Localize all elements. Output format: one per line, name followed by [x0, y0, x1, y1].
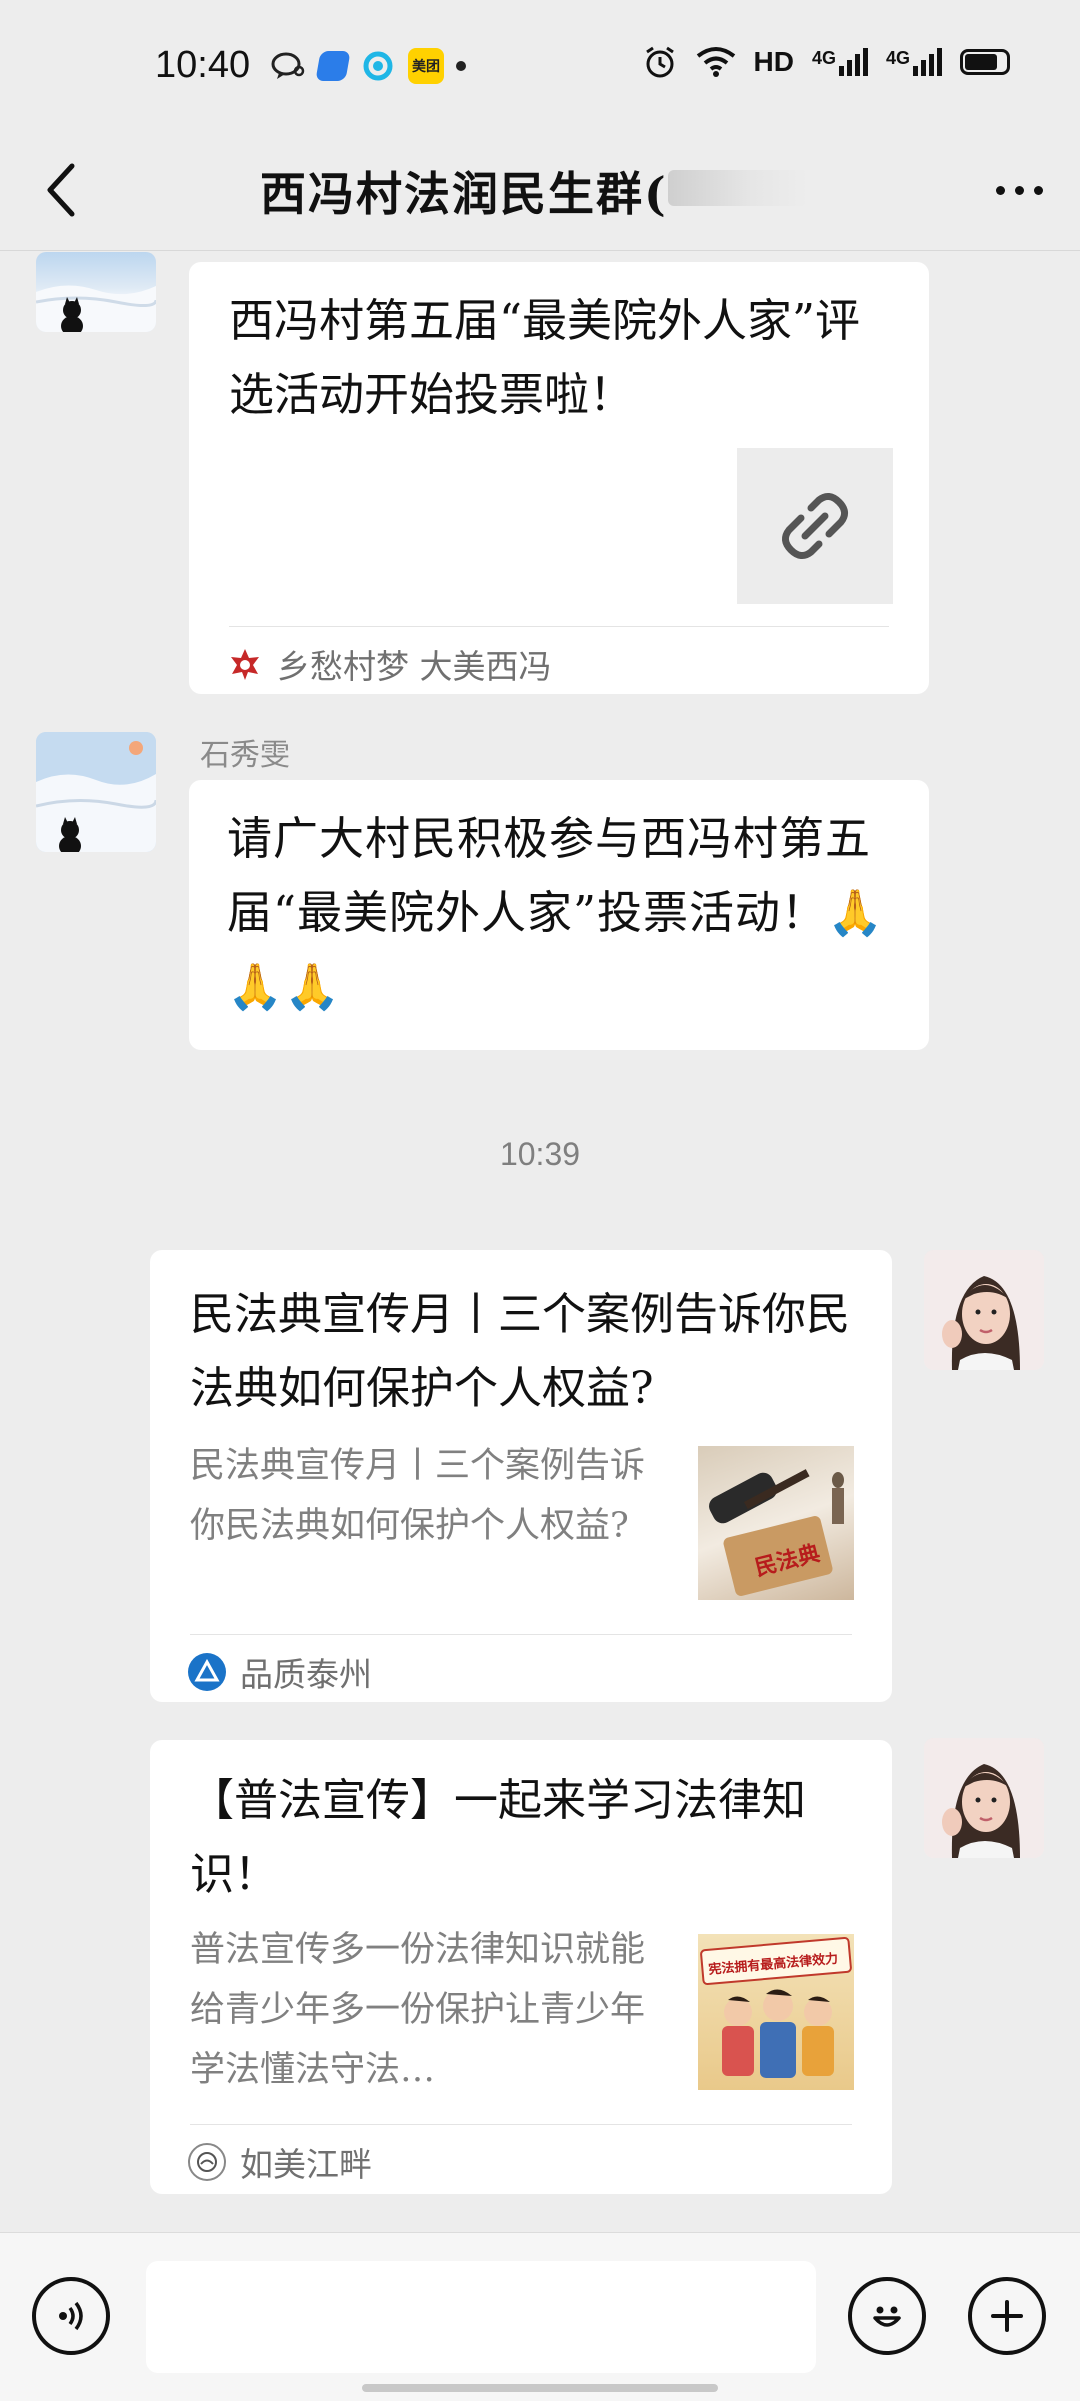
- status-bar: 10:40 美团 HD 4G 4G: [0, 0, 1080, 130]
- home-indicator[interactable]: [362, 2384, 718, 2392]
- chat-header: 西冯村法润民生群(: [0, 130, 1080, 251]
- alarm-icon: [645, 46, 674, 78]
- source-logo-icon: [188, 2143, 226, 2181]
- sender-avatar[interactable]: [36, 732, 156, 852]
- emoji-button[interactable]: [848, 2277, 926, 2355]
- more-dot-icon: [1033, 185, 1043, 195]
- signal-1-icon: 4G: [812, 48, 868, 76]
- chat-title: 西冯村法润民生群(: [260, 167, 668, 221]
- notification-icons: 美团: [270, 48, 466, 84]
- more-functions-button[interactable]: [968, 2277, 1046, 2355]
- input-bar: [0, 2232, 1080, 2401]
- my-avatar[interactable]: [924, 1250, 1044, 1370]
- article-card-description: 普法宣传多一份法律知识就能给青少年多一份保护让青少年学法懂法守法…: [190, 1930, 646, 2090]
- message-text: 请广大村民积极参与西冯村第五届“最美院外人家”投票活动！🙏🙏🙏: [227, 812, 885, 1013]
- my-avatar[interactable]: [924, 1738, 1044, 1858]
- link-card-title: 西冯村第五届“最美院外人家”评选活动开始投票啦！: [229, 294, 861, 421]
- signal-2-icon: 4G: [886, 48, 942, 76]
- card-source: 如美江畔: [188, 2138, 372, 2186]
- landscape-avatar-image: [36, 285, 156, 332]
- constitution-poster-image: 宪法拥有最高法律效力: [700, 1936, 852, 2078]
- status-time: 10:40: [155, 44, 251, 86]
- text-message-bubble[interactable]: 请广大村民积极参与西冯村第五届“最美院外人家”投票活动！🙏🙏🙏: [189, 780, 929, 1050]
- more-notifications-dot: [456, 61, 466, 71]
- app-cyan-icon: [360, 48, 396, 84]
- article-card-bubble[interactable]: 民法典宣传月丨三个案例告诉你民法典如何保护个人权益? 民法典宣传月丨三个案例告诉…: [150, 1250, 892, 1702]
- link-thumbnail: [737, 448, 893, 604]
- link-icon: [782, 493, 848, 559]
- card-divider: [190, 2124, 852, 2125]
- card-divider: [229, 626, 889, 627]
- source-name: 品质泰州: [240, 1655, 372, 1694]
- back-arrow-icon: [47, 163, 75, 217]
- hd-label: HD: [753, 46, 794, 77]
- selfie-avatar-image: [924, 1738, 1044, 1858]
- emoji-icon: [873, 2306, 901, 2327]
- article-card-bubble[interactable]: 【普法宣传】一起来学习法律知识！ 普法宣传多一份法律知识就能给青少年多一份保护让…: [150, 1740, 892, 2194]
- meituan-icon: 美团: [408, 48, 444, 84]
- article-thumbnail: 宪法拥有最高法律效力: [698, 1934, 854, 2090]
- system-status: HD 4G 4G: [642, 44, 1010, 80]
- voice-icon: [59, 2301, 83, 2331]
- selfie-avatar-image: [924, 1250, 1044, 1370]
- landscape-avatar-image: [36, 732, 156, 852]
- card-divider: [190, 1634, 852, 1635]
- source-logo-icon: [231, 649, 259, 680]
- plus-icon: [991, 2300, 1023, 2332]
- source-name: 乡愁村梦 大美西冯: [277, 647, 552, 686]
- gavel-image: 民法典: [709, 1469, 844, 1596]
- article-card-title: 民法典宣传月丨三个案例告诉你民法典如何保护个人权益?: [190, 1289, 850, 1414]
- message-timestamp: 10:39: [499, 1136, 581, 1172]
- card-source: 乡愁村梦 大美西冯: [227, 640, 552, 688]
- back-button[interactable]: [30, 150, 90, 230]
- voice-input-button[interactable]: [32, 2277, 110, 2355]
- source-name: 如美江畔: [240, 2145, 372, 2184]
- article-card-title: 【普法宣传】一起来学习法律知识！: [190, 1775, 806, 1900]
- card-source: 品质泰州: [188, 1648, 372, 1696]
- sender-name: 石秀雯: [200, 738, 290, 773]
- source-logo-icon: [188, 1653, 226, 1691]
- sender-avatar[interactable]: [36, 252, 156, 332]
- member-count-blurred: [668, 170, 808, 206]
- article-thumbnail: 民法典: [698, 1446, 854, 1600]
- app-blue-icon: [315, 51, 351, 81]
- more-options-button[interactable]: [984, 160, 1054, 220]
- more-dot-icon: [995, 185, 1005, 195]
- article-card-description: 民法典宣传月丨三个案例告诉你民法典如何保护个人权益?: [190, 1446, 646, 1546]
- message-input[interactable]: [146, 2261, 816, 2373]
- link-card-bubble[interactable]: 西冯村第五届“最美院外人家”评选活动开始投票啦！ 乡愁村梦 大美西冯: [189, 262, 929, 694]
- more-dot-icon: [1014, 185, 1024, 195]
- battery-icon: [960, 49, 1010, 75]
- wifi-icon: [696, 47, 735, 77]
- chat-notification-icon: [270, 48, 306, 84]
